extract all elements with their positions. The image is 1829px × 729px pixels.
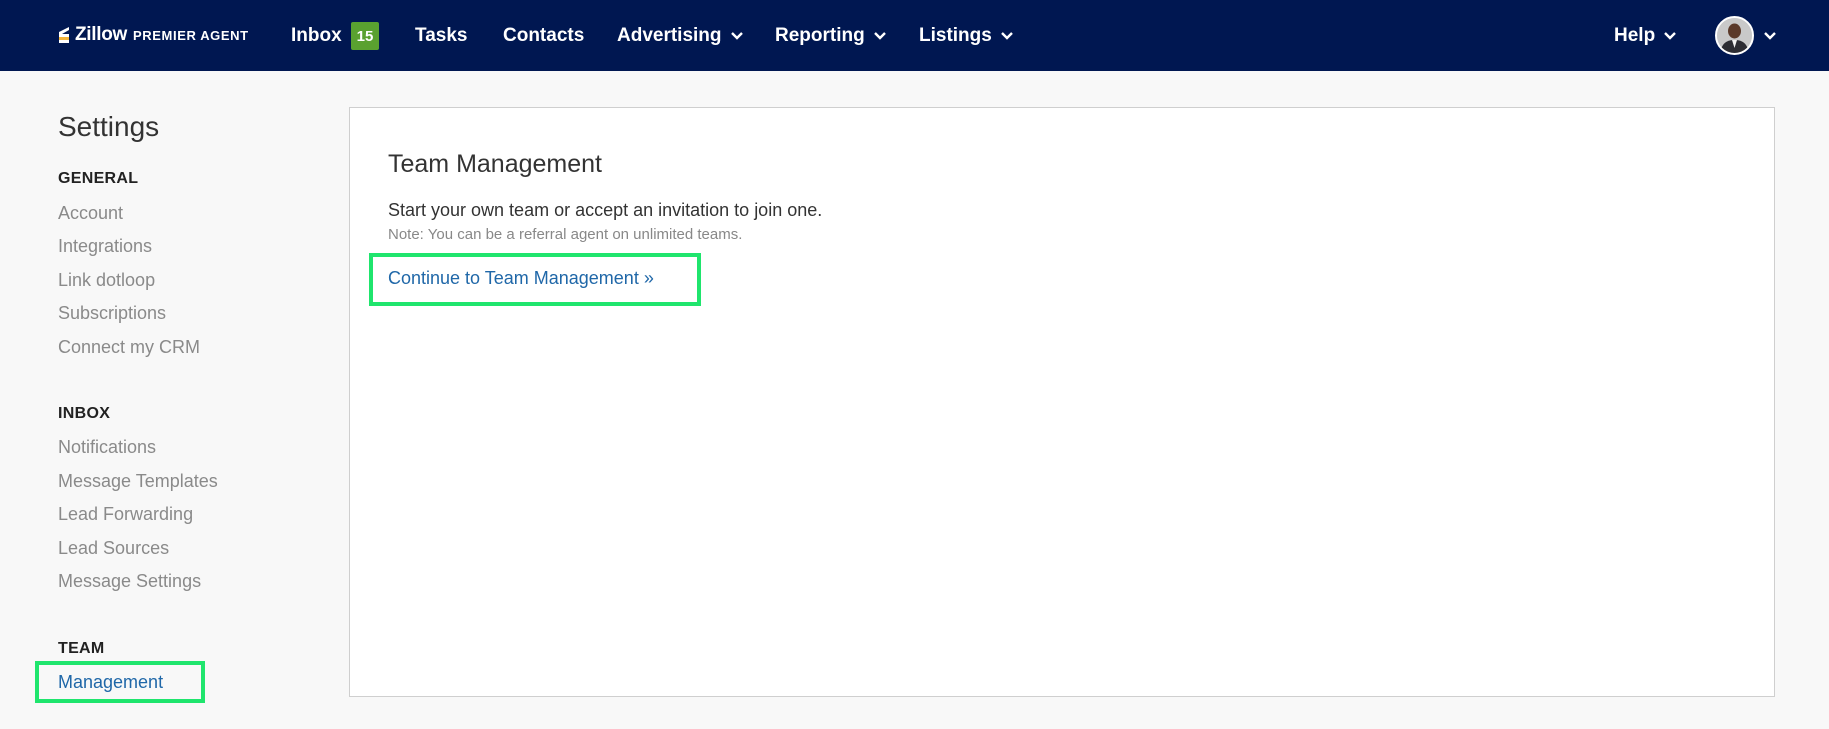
nav-tasks[interactable]: Tasks xyxy=(415,22,467,50)
nav-contacts[interactable]: Contacts xyxy=(503,22,584,50)
section-heading-general: GENERAL xyxy=(58,170,139,187)
section-heading-team: TEAM xyxy=(58,640,105,657)
zillow-premier-agent-logo[interactable]: Zillow PREMIER AGENT xyxy=(58,23,249,47)
highlight-box-continue-link xyxy=(369,253,701,306)
sidebar-item-link-dotloop[interactable]: Link dotloop xyxy=(58,270,155,291)
panel-note: Note: You can be a referral agent on unl… xyxy=(388,226,743,243)
logo-wordmark: Zillow xyxy=(75,24,128,45)
nav-listings[interactable]: Listings xyxy=(919,22,1013,50)
nav-tasks-label: Tasks xyxy=(415,25,468,46)
nav-help[interactable]: Help xyxy=(1614,22,1677,50)
settings-title: Settings xyxy=(58,111,160,142)
chevron-down-icon xyxy=(730,32,743,40)
sidebar-item-lead-sources[interactable]: Lead Sources xyxy=(58,538,169,559)
sidebar-item-connect-my-crm[interactable]: Connect my CRM xyxy=(58,337,200,358)
sidebar-item-notifications[interactable]: Notifications xyxy=(58,437,156,458)
top-navigation-bar: Zillow PREMIER AGENT Inbox 15 Tasks Cont… xyxy=(0,0,1829,71)
nav-inbox[interactable]: Inbox 15 xyxy=(291,22,380,50)
sidebar-item-message-settings[interactable]: Message Settings xyxy=(58,571,201,592)
chevron-down-icon xyxy=(1000,32,1013,40)
chevron-down-icon xyxy=(873,32,886,40)
zillow-logo-icon xyxy=(58,26,72,44)
nav-reporting[interactable]: Reporting xyxy=(775,22,886,50)
account-chevron-down-icon[interactable] xyxy=(1764,32,1776,40)
panel-description: Start your own team or accept an invitat… xyxy=(388,200,823,220)
nav-inbox-label: Inbox xyxy=(291,25,342,46)
nav-contacts-label: Contacts xyxy=(503,25,585,46)
nav-advertising[interactable]: Advertising xyxy=(617,22,743,50)
nav-reporting-label: Reporting xyxy=(775,25,865,46)
inbox-count-badge: 15 xyxy=(350,22,380,50)
panel-title: Team Management xyxy=(388,150,603,178)
nav-advertising-label: Advertising xyxy=(617,25,722,46)
highlight-box-management xyxy=(35,661,205,703)
chevron-down-icon xyxy=(1664,32,1677,40)
sidebar-item-subscriptions[interactable]: Subscriptions xyxy=(58,303,166,324)
sidebar-item-integrations[interactable]: Integrations xyxy=(58,236,152,257)
user-avatar[interactable] xyxy=(1715,16,1754,55)
sidebar-item-message-templates[interactable]: Message Templates xyxy=(58,471,218,492)
nav-help-label: Help xyxy=(1614,25,1656,46)
logo-subtitle: PREMIER AGENT xyxy=(133,27,249,43)
sidebar-item-lead-forwarding[interactable]: Lead Forwarding xyxy=(58,504,193,525)
sidebar-item-account[interactable]: Account xyxy=(58,203,123,224)
team-management-panel: Team Management Start your own team or a… xyxy=(349,107,1775,697)
nav-listings-label: Listings xyxy=(919,25,992,46)
section-heading-inbox: INBOX xyxy=(58,405,111,422)
